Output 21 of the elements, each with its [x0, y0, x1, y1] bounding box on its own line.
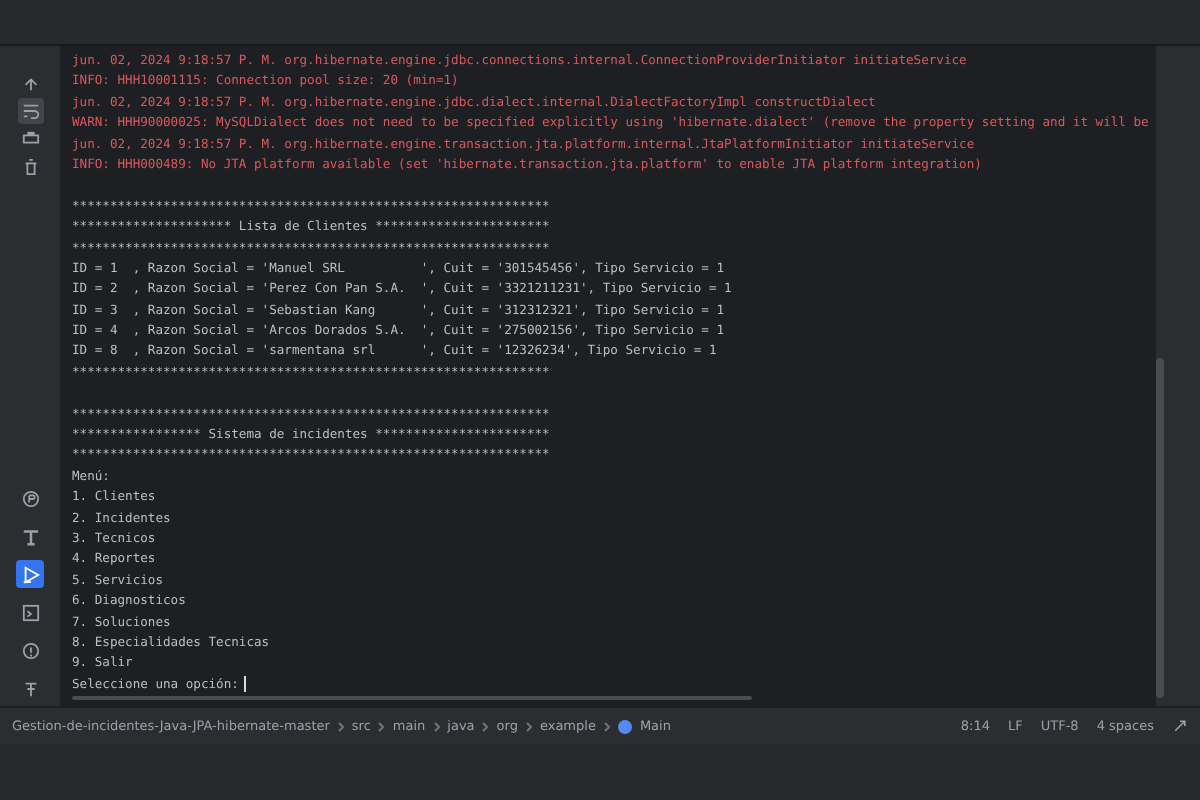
vertical-scrollbar[interactable] — [1156, 358, 1164, 698]
chevron-icon — [433, 721, 440, 731]
arrow-up-icon — [21, 74, 39, 92]
chevron-icon — [482, 721, 489, 731]
warning-icon — [21, 641, 39, 659]
terminal-icon — [21, 603, 39, 621]
soft-wrap-button[interactable] — [17, 98, 43, 124]
run-button[interactable] — [16, 560, 44, 588]
chevron-icon — [378, 721, 385, 731]
chevron-icon — [603, 721, 610, 731]
text-icon — [21, 527, 39, 545]
run-icon — [21, 565, 39, 583]
plugin-icon — [21, 489, 39, 507]
printer-icon — [21, 130, 39, 148]
class-icon — [617, 719, 632, 733]
trash-icon — [21, 158, 39, 176]
soft-wrap-icon — [21, 102, 39, 120]
chevron-icon — [337, 721, 344, 731]
chevron-icon — [525, 721, 532, 731]
horizontal-scrollbar[interactable] — [72, 696, 752, 700]
text-cursor — [244, 676, 247, 692]
